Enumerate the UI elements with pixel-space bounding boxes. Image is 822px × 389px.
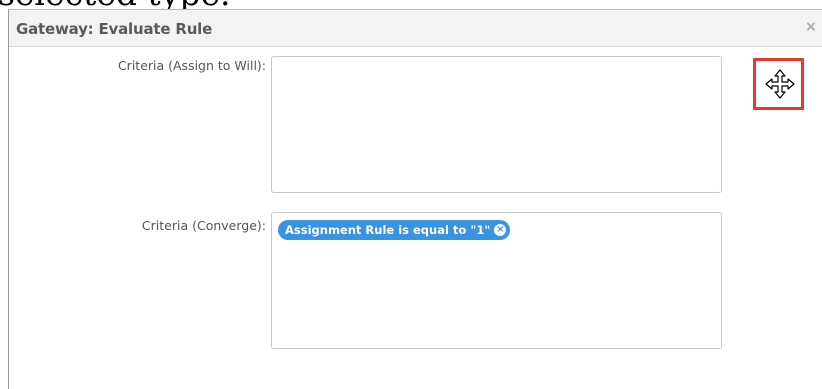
criteria-token-label: Assignment Rule is equal to "1" <box>285 223 491 237</box>
drag-handle-highlight[interactable] <box>753 58 804 110</box>
token-remove-icon[interactable]: × <box>494 224 507 236</box>
move-arrows-icon[interactable] <box>765 69 795 99</box>
criteria-assign-label: Criteria (Assign to Will): <box>117 58 266 73</box>
close-icon[interactable]: × <box>805 19 817 35</box>
criteria-assign-field[interactable] <box>271 56 722 193</box>
criteria-converge-field[interactable]: Assignment Rule is equal to "1" × <box>271 212 722 349</box>
criteria-converge-label: Criteria (Converge): <box>141 218 266 233</box>
dialog-header: Gateway: Evaluate Rule × <box>9 9 822 47</box>
criteria-token[interactable]: Assignment Rule is equal to "1" × <box>278 220 511 240</box>
dialog-title: Gateway: Evaluate Rule <box>16 20 213 38</box>
